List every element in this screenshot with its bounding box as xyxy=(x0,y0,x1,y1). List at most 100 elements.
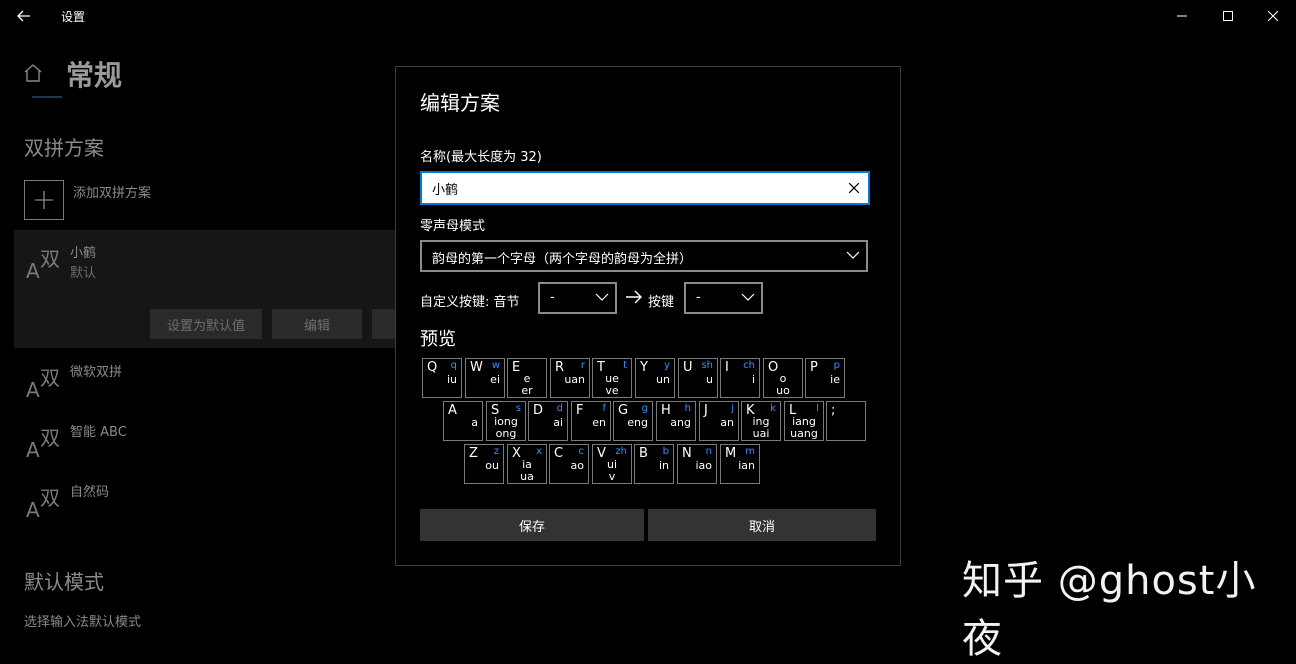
key-final: eng xyxy=(627,416,648,429)
key-final: er xyxy=(521,384,533,397)
watermark: 知乎 @ghost小夜 xyxy=(962,558,1257,662)
key-letter: B xyxy=(639,446,648,461)
key-final: uai xyxy=(752,427,770,440)
key-initial: g xyxy=(641,403,648,414)
key-initial: w xyxy=(491,360,500,371)
key-letter: A xyxy=(448,403,457,418)
key-final: v xyxy=(608,470,616,483)
key-initial: k xyxy=(770,403,776,414)
key-final: ei xyxy=(490,373,500,386)
section-heading-default-mode: 默认模式 xyxy=(24,570,104,594)
key-g: Gg eng xyxy=(613,401,653,441)
key-e: Ee er xyxy=(507,358,547,398)
key-final: u xyxy=(706,373,713,386)
title-underline xyxy=(32,96,62,98)
key-a: Aa xyxy=(443,401,483,441)
delete-scheme-button[interactable] xyxy=(372,309,395,339)
key-initial: s xyxy=(515,403,521,414)
key-semicolon: ; xyxy=(826,401,866,441)
add-scheme-label[interactable]: 添加双拼方案 xyxy=(73,182,151,201)
key-initial: t xyxy=(623,360,627,371)
key-i: Ich i xyxy=(720,358,760,398)
key-v: Vzh ui v xyxy=(592,444,632,484)
key-u: Ush u xyxy=(678,358,718,398)
key-f: Ff en xyxy=(571,401,611,441)
key-letter: U xyxy=(683,360,693,375)
key-j: Jj an xyxy=(699,401,739,441)
scheme-item-microsoft[interactable]: 微软双拼 xyxy=(70,361,122,380)
key-k: Kk ing uai xyxy=(741,401,781,441)
key-h: Hh ang xyxy=(656,401,696,441)
home-icon[interactable] xyxy=(22,62,46,86)
key-final: in xyxy=(658,459,669,472)
key-x: Xx ia ua xyxy=(507,444,547,484)
page-title: 常规 xyxy=(66,59,123,92)
set-default-button[interactable]: 设置为默认值 xyxy=(150,309,262,339)
scheme-item-abc[interactable]: 智能 ABC xyxy=(70,421,127,440)
key-final: ian xyxy=(738,459,755,472)
key-initial: zh xyxy=(615,446,627,457)
key-initial: ch xyxy=(743,360,755,371)
key-m: Mm ian xyxy=(720,444,760,484)
key-initial: h xyxy=(684,403,691,414)
key-initial: y xyxy=(664,360,670,371)
key-final: ua xyxy=(520,470,534,483)
key-z: Zz ou xyxy=(464,444,504,484)
key-r: Rr uan xyxy=(550,358,590,398)
key-letter: P xyxy=(810,360,818,375)
key-letter: J xyxy=(704,403,708,418)
section-heading-shuangpin: 双拼方案 xyxy=(24,136,104,160)
cancel-button[interactable]: 取消 xyxy=(648,509,876,541)
key-final: ou xyxy=(485,459,499,472)
key-final: iu xyxy=(446,373,457,386)
key-letter: F xyxy=(576,403,584,418)
key-letter: D xyxy=(533,403,544,418)
key-initial: r xyxy=(580,360,585,371)
key-initial: f xyxy=(602,403,606,414)
scheme-default-tag: 默认 xyxy=(70,266,97,281)
shuangpin-icon: 双A xyxy=(26,366,60,402)
key-initial: n xyxy=(705,446,712,457)
key-final: a xyxy=(471,416,478,429)
key-letter: I xyxy=(725,360,729,375)
key-final: ang xyxy=(670,416,691,429)
key-initial: sh xyxy=(701,360,713,371)
key-p: Pp ie xyxy=(805,358,845,398)
key-t: Tt ue ve xyxy=(592,358,632,398)
key-letter: Y xyxy=(640,360,648,375)
key-initial: z xyxy=(493,446,499,457)
add-scheme-button[interactable] xyxy=(24,180,64,220)
key-final: uo xyxy=(776,384,790,397)
key-initial: b xyxy=(662,446,669,457)
key-final: an xyxy=(720,416,734,429)
key-s: Ss iong ong xyxy=(486,401,526,441)
save-button[interactable]: 保存 xyxy=(420,509,644,541)
key-letter: Z xyxy=(469,446,478,461)
key-w: Ww ei xyxy=(465,358,505,398)
key-letter: R xyxy=(555,360,565,375)
key-final: uang xyxy=(790,427,818,440)
key-final: iao xyxy=(695,459,712,472)
key-b: Bb in xyxy=(634,444,674,484)
key-final: ve xyxy=(605,384,619,397)
key-n: Nn iao xyxy=(677,444,717,484)
key-letter: M xyxy=(725,446,737,461)
edit-scheme-dialog: 编辑方案 名称(最大长度为 32) 零声母模式 韵母的第一个字母（两个字母的韵母… xyxy=(395,66,901,566)
scheme-name: 小鹤 xyxy=(70,246,97,261)
key-letter: N xyxy=(682,446,692,461)
key-letter: C xyxy=(554,446,564,461)
shuangpin-icon: 双A xyxy=(26,247,60,283)
key-y: Yy un xyxy=(635,358,675,398)
key-final: un xyxy=(656,373,670,386)
key-final: uan xyxy=(564,373,585,386)
scheme-item-ziranma[interactable]: 自然码 xyxy=(70,481,109,500)
key-o: Oo uo xyxy=(763,358,803,398)
key-q: Qq iu xyxy=(422,358,462,398)
key-final: ie xyxy=(830,373,840,386)
key-c: Cc ao xyxy=(549,444,589,484)
key-letter: ; xyxy=(831,403,836,418)
key-final: ai xyxy=(553,416,563,429)
key-initial: j xyxy=(731,403,734,414)
edit-scheme-button[interactable]: 编辑 xyxy=(272,309,362,339)
shuangpin-icon: 双A xyxy=(26,426,60,462)
